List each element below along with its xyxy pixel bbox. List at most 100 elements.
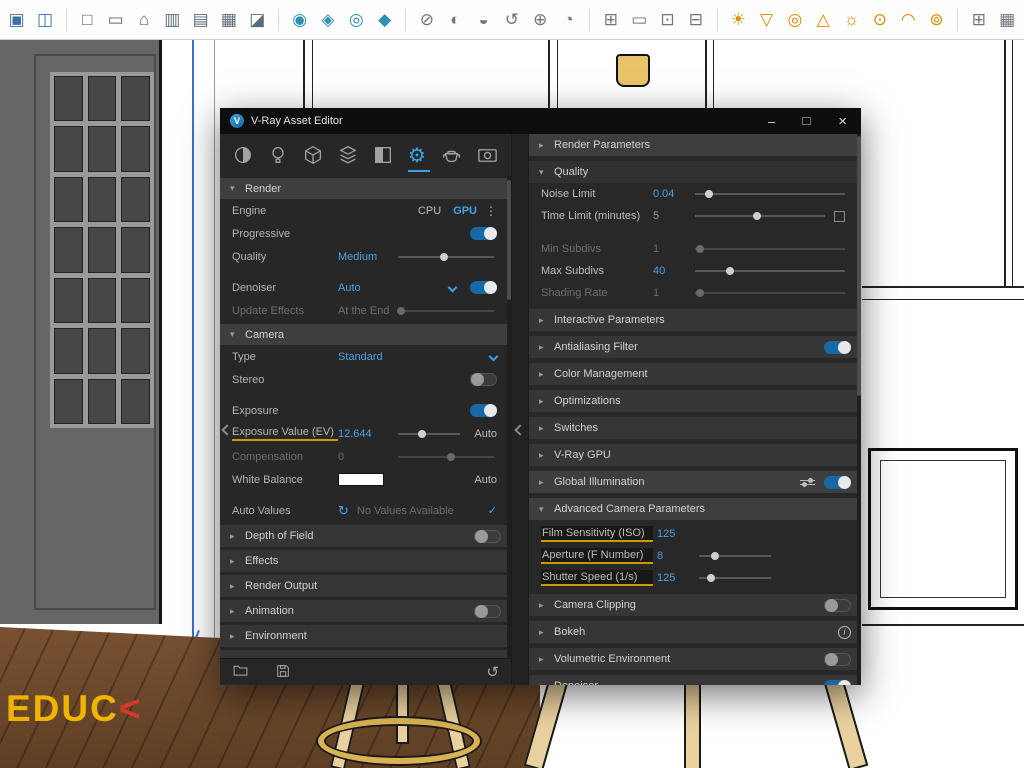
white-balance-swatch[interactable] [338,473,384,486]
section-bokeh[interactable]: ▸ Bokeh i [529,621,861,643]
mixer-icon[interactable] [800,480,815,485]
section-advanced-camera-parameters[interactable]: ▾ Advanced Camera Parameters [529,498,861,520]
dome-light-icon[interactable]: ◠ [898,8,919,32]
column-chart-icon[interactable]: ▥ [162,8,183,32]
info-icon[interactable]: i [838,626,851,639]
vray-target-icon[interactable]: ◎ [346,8,367,32]
film-sensitivity-value[interactable]: 125 [657,528,699,540]
close-icon[interactable]: × [838,114,847,129]
section-camera[interactable]: ▾ Camera [220,324,511,345]
omni-light-icon[interactable]: ⊙ [869,8,890,32]
section-denoiser[interactable]: ▸ Denoiser [529,675,861,685]
shutter-speed-value[interactable]: 125 [657,572,699,584]
light-gen-icon[interactable]: ☀ [728,8,749,32]
section-switches[interactable]: ▸ Switches [529,417,861,439]
no-render-icon[interactable]: ⊘ [416,8,437,32]
history-icon[interactable]: ↺ [501,8,522,32]
right-scrollbar[interactable] [857,134,861,685]
panel-splitter[interactable] [512,134,529,685]
type-value[interactable]: Standard [338,351,394,363]
section-box-icon[interactable]: ◫ [34,8,55,32]
spot-light-icon[interactable]: △ [813,8,834,32]
dialog-titlebar[interactable]: V V-Ray Asset Editor – × [220,108,861,134]
denoiser-toggle[interactable] [470,281,497,294]
hatch-icon[interactable]: ▦ [218,8,239,32]
camera-clipping-toggle[interactable] [824,599,851,612]
collapse-right-panel-icon[interactable] [514,424,525,435]
open-folder-icon[interactable] [232,662,249,682]
add-circle-icon[interactable]: ⊕ [530,8,551,32]
section-optimizations[interactable]: ▸ Optimizations [529,390,861,412]
volumetric-environment-toggle[interactable] [824,653,851,666]
max-subdivs-value[interactable]: 40 [653,265,695,277]
render-elements-icon[interactable] [337,143,359,167]
engine-menu-icon[interactable]: ⋮ [485,204,497,218]
depth-of-field-toggle[interactable] [474,530,501,543]
timer-icon[interactable]: ◔ [558,8,579,32]
time-limit-value[interactable]: 5 [653,210,695,222]
vray-gem-icon[interactable]: ◈ [317,8,338,32]
update-effects-slider[interactable] [398,310,494,312]
section-environment[interactable]: ▸ Environment [220,625,511,647]
export-frame-icon[interactable]: ⊞ [600,8,621,32]
type-dropdown-icon[interactable] [489,352,499,362]
min-subdivs-slider[interactable] [695,248,845,250]
left-scrollbar[interactable] [507,176,511,658]
noise-limit-value[interactable]: 0.04 [653,188,695,200]
section-quality[interactable]: ▾ Quality [529,161,861,183]
vray-sphere-icon[interactable]: ◉ [289,8,310,32]
house-icon[interactable]: ⌂ [133,8,154,32]
infinite-plane-icon[interactable]: ▦ [997,8,1018,32]
max-subdivs-slider[interactable] [695,270,845,272]
section-render[interactable]: ▾ Render [220,178,511,199]
section-volumetric-environment[interactable]: ▸ Volumetric Environment [529,648,861,670]
lights-icon[interactable] [267,143,289,167]
vray-diamond-icon[interactable]: ◆ [374,8,395,32]
minimize-icon[interactable]: – [768,115,775,128]
denoiser-value[interactable]: Auto [338,282,394,294]
animation-toggle[interactable] [474,605,501,618]
white-balance-auto-label[interactable]: Auto [474,474,497,486]
denoiser-section-toggle[interactable] [824,680,851,686]
half-sphere-icon[interactable]: ◒ [473,8,494,32]
engine-cpu-option[interactable]: CPU [418,205,441,217]
refresh-icon[interactable]: ↻ [338,503,349,519]
revert-icon[interactable]: ↺ [486,663,499,681]
section-color-management[interactable]: ▸ Color Management [529,363,861,385]
ev-auto-label[interactable]: Auto [474,428,497,440]
dot-frame-icon[interactable]: ⊡ [657,8,678,32]
contrast-icon[interactable]: ◐ [445,8,466,32]
corner-box-icon[interactable]: ◪ [247,8,268,32]
shading-rate-slider[interactable] [695,292,845,294]
section-antialiasing-filter[interactable]: ▸ Antialiasing Filter [529,336,861,358]
ev-slider[interactable] [398,433,460,435]
time-limit-checkbox[interactable] [834,211,845,222]
aperture-slider[interactable] [699,555,771,557]
ies-light-icon[interactable]: ☼ [841,8,862,32]
global-illumination-toggle[interactable] [824,476,851,489]
ev-value[interactable]: 12.644 [338,428,394,440]
maximize-icon[interactable] [802,117,811,125]
section-render-output[interactable]: ▸ Render Output [220,575,511,597]
model-box-icon[interactable]: ▣ [6,8,27,32]
section-interactive-parameters[interactable]: ▸ Interactive Parameters [529,309,861,331]
shutter-speed-slider[interactable] [699,577,771,579]
plane-light-icon[interactable]: ▽ [756,8,777,32]
mesh-light-icon[interactable]: ⊚ [926,8,947,32]
engine-gpu-option[interactable]: GPU [453,205,477,217]
geometry-icon[interactable] [302,143,324,167]
denoiser-dropdown-icon[interactable] [448,283,458,293]
frame-icon[interactable]: ▭ [629,8,650,32]
noise-limit-slider[interactable] [695,193,845,195]
aperture-value[interactable]: 8 [657,550,699,562]
section-global-illumination[interactable]: ▸ Global Illumination [529,471,861,493]
section-animation[interactable]: ▸ Animation [220,600,511,622]
camera-rig-icon[interactable]: ⊞ [968,8,989,32]
plan-icon[interactable]: □ [77,8,98,32]
lock-frame-icon[interactable]: ⊟ [685,8,706,32]
rectangle-tool-icon[interactable]: ▭ [105,8,126,32]
quality-slider[interactable] [398,256,494,258]
quality-value[interactable]: Medium [338,251,394,263]
antialiasing-toggle[interactable] [824,341,851,354]
progressive-toggle[interactable] [470,227,497,240]
